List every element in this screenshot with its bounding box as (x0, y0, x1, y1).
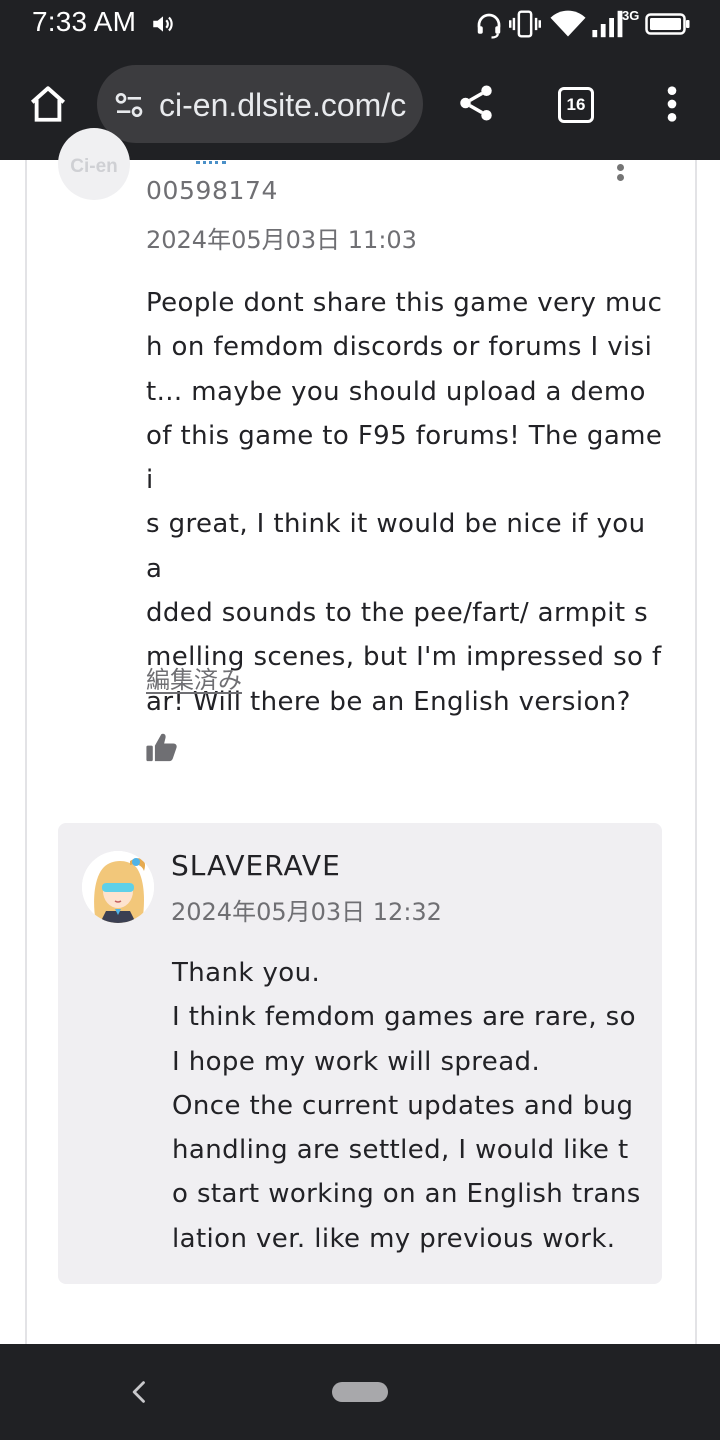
signal-icon (592, 10, 623, 38)
more-icon[interactable] (660, 84, 684, 124)
edited-label[interactable]: 編集済み (146, 660, 242, 695)
wifi-icon (550, 10, 586, 37)
status-bar: 7:33 AM 3G (0, 0, 720, 50)
commenter-id: 00598174 (146, 176, 279, 205)
url-text[interactable]: ci-en.dlsite.com/c (159, 85, 417, 125)
status-time: 7:33 AM (32, 6, 137, 37)
comment-body: People dont share this game very muc h o… (146, 288, 663, 717)
reply-author-name[interactable]: SLAVERAVE (171, 849, 341, 882)
battery-icon (645, 13, 690, 35)
reply-date: 2024年05月03日 12:32 (171, 898, 442, 926)
commenter-name-fragment (196, 161, 226, 167)
share-icon[interactable] (455, 82, 497, 124)
network-type: 3G (622, 8, 640, 23)
system-nav-bar (0, 1344, 720, 1440)
comment-menu-icon[interactable] (617, 164, 624, 184)
author-avatar[interactable] (82, 851, 154, 923)
volume-icon (153, 16, 173, 32)
site-settings-icon[interactable] (113, 89, 145, 121)
comment-date: 2024年05月03日 11:03 (146, 226, 417, 254)
back-icon[interactable] (126, 1378, 154, 1406)
tabs-button[interactable]: 16 (558, 87, 594, 123)
like-icon[interactable] (144, 730, 180, 764)
ci-en-logo: Ci-en (70, 156, 118, 177)
anime-character-avatar (82, 851, 154, 923)
author-reply: SLAVERAVE 2024年05月03日 12:32 Thank you. I… (58, 823, 662, 1284)
commenter-avatar[interactable]: Ci-en (58, 128, 130, 200)
headset-icon (477, 13, 501, 39)
reply-body: Thank you. I think femdom games are rare… (172, 958, 641, 1254)
tab-count: 16 (566, 95, 586, 114)
url-bar[interactable]: ci-en.dlsite.com/c (97, 65, 423, 143)
home-icon[interactable] (27, 83, 69, 125)
vibrate-icon (509, 10, 541, 38)
home-gesture-pill[interactable] (332, 1382, 388, 1402)
